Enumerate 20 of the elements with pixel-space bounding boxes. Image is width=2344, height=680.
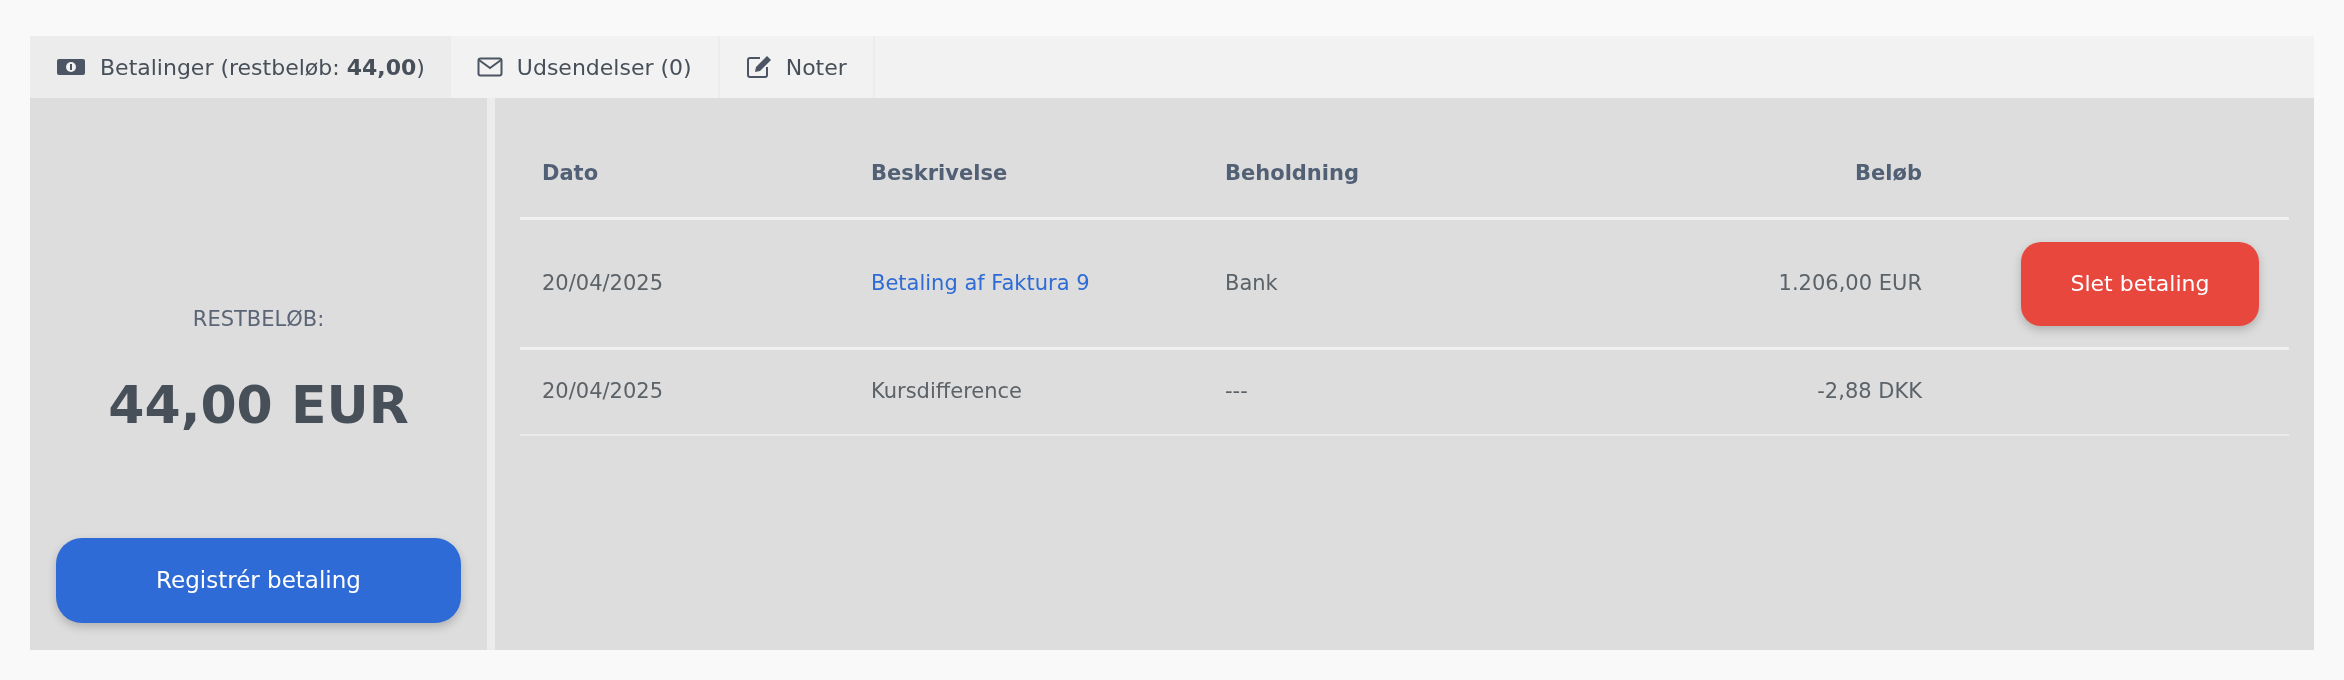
- column-header: Beskrivelse: [871, 160, 1008, 185]
- banknote-icon: [56, 57, 86, 77]
- table-cell: -2,88 DKK: [1817, 379, 1922, 404]
- invoice-link[interactable]: Betaling af Faktura 9: [871, 270, 1090, 295]
- envelope-icon: [476, 57, 503, 77]
- table-cell: 20/04/2025: [542, 379, 664, 404]
- remaining-amount: 44,00 EUR: [108, 373, 409, 437]
- column-header: Beløb: [1855, 160, 1922, 185]
- tab[interactable]: Betalinger (restbeløb: 44,00): [30, 36, 451, 98]
- register-payment-button[interactable]: Registrér betaling: [56, 538, 461, 623]
- column-header: Beholdning: [1225, 160, 1359, 185]
- table-cell: Kursdifference: [871, 379, 1023, 404]
- table-cell: 1.206,00 EUR: [1778, 270, 1922, 295]
- delete-payment-button[interactable]: Slet betaling: [2021, 241, 2259, 326]
- remaining-label: RESTBELØB:: [192, 306, 325, 333]
- column-header: Dato: [542, 160, 599, 185]
- table-cell: 20/04/2025: [542, 270, 664, 295]
- table-cell: Bank: [1225, 270, 1278, 295]
- edit-icon: [745, 55, 772, 79]
- table-cell: ---: [1225, 379, 1248, 404]
